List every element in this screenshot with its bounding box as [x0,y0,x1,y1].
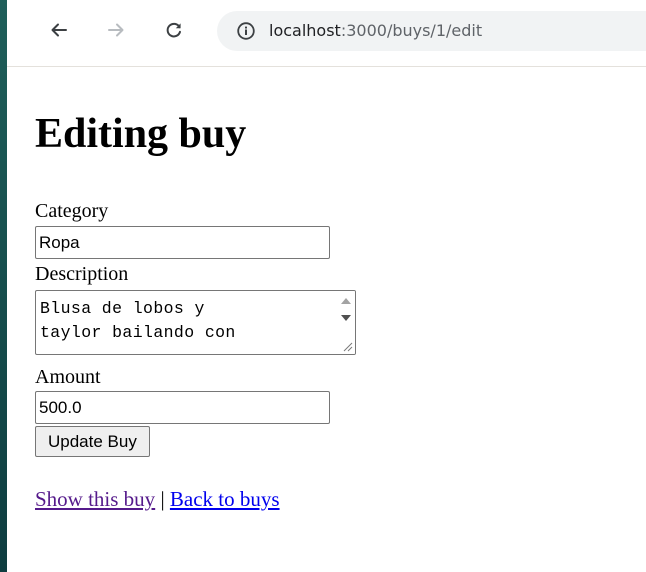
category-input[interactable] [35,226,330,259]
forward-button[interactable] [104,18,128,42]
link-separator: | [155,487,170,511]
description-text: Blusa de lobos y taylor bailando con [40,299,236,342]
description-label: Description [35,263,129,285]
reload-icon [166,22,181,38]
url-path: :3000/buys/1/edit [340,21,483,40]
window-edge [0,0,7,572]
page-title: Editing buy [35,111,247,157]
show-buy-link[interactable]: Show this buy [35,487,155,511]
back-to-buys-link[interactable]: Back to buys [170,487,280,511]
update-buy-button[interactable]: Update Buy [35,426,150,457]
browser-toolbar: localhost:3000/buys/1/edit [7,0,646,67]
url-text: localhost:3000/buys/1/edit [269,21,482,41]
scroll-down-arrow-icon[interactable] [341,315,351,321]
description-textarea[interactable]: Blusa de lobos y taylor bailando con [35,290,356,355]
category-label: Category [35,200,109,222]
back-button[interactable] [47,18,71,42]
reload-button[interactable] [162,18,186,42]
info-icon[interactable] [236,21,256,41]
page-links: Show this buy | Back to buys [35,486,280,512]
amount-input[interactable] [35,391,330,424]
amount-label: Amount [35,366,101,388]
url-host: localhost [269,21,341,40]
address-bar[interactable]: localhost:3000/buys/1/edit [217,11,646,51]
arrow-right-icon [108,23,124,37]
scroll-up-arrow-icon[interactable] [341,298,351,304]
resize-grip-icon[interactable] [343,342,353,352]
arrow-left-icon [51,23,67,37]
